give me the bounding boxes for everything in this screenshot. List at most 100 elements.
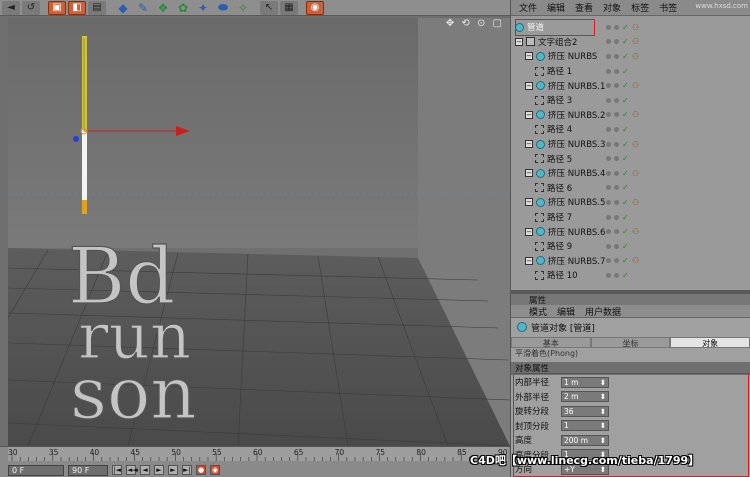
deformer-icon[interactable]: ✦ [194, 1, 212, 15]
undo-icon[interactable]: ◄ [2, 0, 20, 15]
visibility-flags[interactable]: ✓ [606, 96, 629, 105]
redo-icon[interactable]: ↺ [22, 0, 40, 15]
expand-toggle-icon[interactable]: − [525, 198, 533, 207]
object-tree-row[interactable]: − 文字组合2 ✓ ⚇ [511, 35, 750, 50]
tab-phong[interactable]: 平滑着色(Phong) [511, 348, 750, 358]
visibility-flags[interactable]: ✓ [606, 154, 629, 163]
prev-key-button[interactable]: ◄◄ [126, 465, 138, 475]
phong-tag-icon[interactable]: ⚇ [632, 198, 639, 207]
stepper-icon[interactable]: ⬍ [600, 436, 606, 445]
visibility-flags[interactable]: ✓ [606, 169, 629, 178]
expand-toggle-icon[interactable]: − [525, 227, 533, 236]
menu-file[interactable]: 文件 [519, 1, 537, 14]
3d-viewport[interactable]: Bd run son ✥ ⟲ ⊙ ▢ [8, 18, 510, 446]
visibility-flags[interactable]: ✓ [606, 67, 629, 76]
property-value-field[interactable]: 1 m ⬍ [561, 376, 609, 388]
visibility-flags[interactable]: ✓ [606, 23, 629, 32]
object-tree-row[interactable]: − 挤压 NURBS ✓ ⚇ [511, 49, 750, 64]
object-tree-row[interactable]: − 挤压 NURBS.1 ✓ ⚇ [511, 78, 750, 93]
object-tree-row[interactable]: 管道 ✓ ⚇ [511, 20, 750, 35]
model-mode-icon[interactable]: ▣ [48, 0, 66, 15]
expand-toggle-icon[interactable]: − [515, 37, 523, 46]
object-mode-icon[interactable]: ◧ [68, 0, 86, 15]
property-value-field[interactable]: 200 m ⬍ [561, 434, 609, 446]
play-button[interactable]: ► [154, 465, 164, 475]
visibility-flags[interactable]: ✓ [606, 110, 629, 119]
next-frame-button[interactable]: ► [168, 465, 178, 475]
visibility-flags[interactable]: ✓ [606, 140, 629, 149]
visibility-flags[interactable]: ✓ [606, 227, 629, 236]
object-tree-row[interactable]: 路径 3 ✓ [511, 93, 750, 108]
stepper-icon[interactable]: ⬍ [600, 378, 606, 387]
phong-tag-icon[interactable]: ⚇ [632, 81, 639, 90]
tab-object[interactable]: 对象 [670, 337, 750, 348]
stepper-icon[interactable]: ⬍ [600, 421, 606, 430]
prev-frame-button[interactable]: ◄ [140, 465, 150, 475]
expand-toggle-icon[interactable]: − [525, 140, 533, 149]
object-tree-row[interactable]: − 挤压 NURBS.3 ✓ ⚇ [511, 137, 750, 152]
visibility-flags[interactable]: ✓ [606, 37, 629, 46]
property-value-field[interactable]: 1 ⬍ [561, 420, 609, 432]
cube-icon[interactable]: ◆ [114, 1, 132, 15]
object-tree-row[interactable]: 路径 5 ✓ [511, 151, 750, 166]
visibility-flags[interactable]: ✓ [606, 198, 629, 207]
goto-start-button[interactable]: |◄ [112, 465, 122, 475]
pointer-icon[interactable]: ↖ [260, 0, 278, 15]
visibility-flags[interactable]: ✓ [606, 183, 629, 192]
menu-mode[interactable]: 模式 [529, 305, 547, 318]
object-tree-row[interactable]: − 挤压 NURBS.7 ✓ ⚇ [511, 254, 750, 269]
menu-edit[interactable]: 编辑 [547, 1, 565, 14]
timeline-ruler[interactable]: 30 35 40 45 50 55 60 65 70 75 80 85 90 [8, 447, 508, 461]
menu-edit-attr[interactable]: 编辑 [557, 305, 575, 318]
subdivide-icon[interactable]: ❖ [154, 1, 172, 15]
viewport-nav-icons[interactable]: ✥ ⟲ ⊙ ▢ [446, 18, 504, 29]
object-tree-row[interactable]: − 挤压 NURBS.4 ✓ ⚇ [511, 166, 750, 181]
object-tree-row[interactable]: − 挤压 NURBS.6 ✓ ⚇ [511, 224, 750, 239]
render-view-icon[interactable]: ▤ [88, 0, 106, 15]
camera-icon[interactable]: ✧ [234, 1, 252, 15]
phong-tag-icon[interactable]: ⚇ [632, 227, 639, 236]
phong-tag-icon[interactable]: ⚇ [632, 169, 639, 178]
globe-icon[interactable]: ◉ [306, 0, 324, 15]
visibility-flags[interactable]: ✓ [606, 271, 629, 280]
goto-end-button[interactable]: ►| [182, 465, 192, 475]
autokey-button[interactable]: ◉ [210, 465, 220, 475]
stepper-icon[interactable]: ⬍ [600, 407, 606, 416]
object-tree-row[interactable]: − 挤压 NURBS.5 ✓ ⚇ [511, 195, 750, 210]
stepper-icon[interactable]: ⬍ [600, 392, 606, 401]
scene-icon[interactable]: ⬬ [214, 0, 232, 15]
object-tree-row[interactable]: 路径 7 ✓ [511, 210, 750, 225]
array-icon[interactable]: ✿ [174, 1, 192, 15]
object-tree-row[interactable]: 路径 9 ✓ [511, 239, 750, 254]
visibility-flags[interactable]: ✓ [606, 125, 629, 134]
expand-toggle-icon[interactable]: − [525, 169, 533, 178]
visibility-flags[interactable]: ✓ [606, 242, 629, 251]
phong-tag-icon[interactable]: ⚇ [632, 110, 639, 119]
visibility-flags[interactable]: ✓ [606, 256, 629, 265]
phong-tag-icon[interactable]: ⚇ [632, 37, 639, 46]
property-value-field[interactable]: 2 m ⬍ [561, 391, 609, 403]
expand-toggle-icon[interactable]: − [525, 256, 533, 265]
object-tree-row[interactable]: 路径 6 ✓ [511, 181, 750, 196]
visibility-flags[interactable]: ✓ [606, 52, 629, 61]
object-tree-row[interactable]: 路径 4 ✓ [511, 122, 750, 137]
expand-toggle-icon[interactable]: − [525, 110, 533, 119]
object-tree-row[interactable]: − 挤压 NURBS.2 ✓ ⚇ [511, 108, 750, 123]
grid-icon[interactable]: ▦ [280, 0, 298, 15]
menu-bookmarks[interactable]: 书签 [659, 1, 677, 14]
expand-toggle-icon[interactable]: − [525, 52, 533, 61]
phong-tag-icon[interactable]: ⚇ [632, 52, 639, 61]
phong-tag-icon[interactable]: ⚇ [632, 23, 639, 32]
object-tree-row[interactable]: 路径 10 ✓ [511, 268, 750, 283]
expand-toggle-icon[interactable]: − [525, 81, 533, 90]
phong-tag-icon[interactable]: ⚇ [632, 256, 639, 265]
property-value-field[interactable]: 36 ⬍ [561, 405, 609, 417]
phong-tag-icon[interactable]: ⚇ [632, 140, 639, 149]
visibility-flags[interactable]: ✓ [606, 213, 629, 222]
record-button[interactable]: ● [196, 465, 206, 475]
tab-basic[interactable]: 基本 [511, 337, 591, 348]
menu-view[interactable]: 查看 [575, 1, 593, 14]
tab-coord[interactable]: 坐标 [590, 337, 671, 348]
visibility-flags[interactable]: ✓ [606, 81, 629, 90]
object-tree-row[interactable]: 路径 1 ✓ [511, 64, 750, 79]
